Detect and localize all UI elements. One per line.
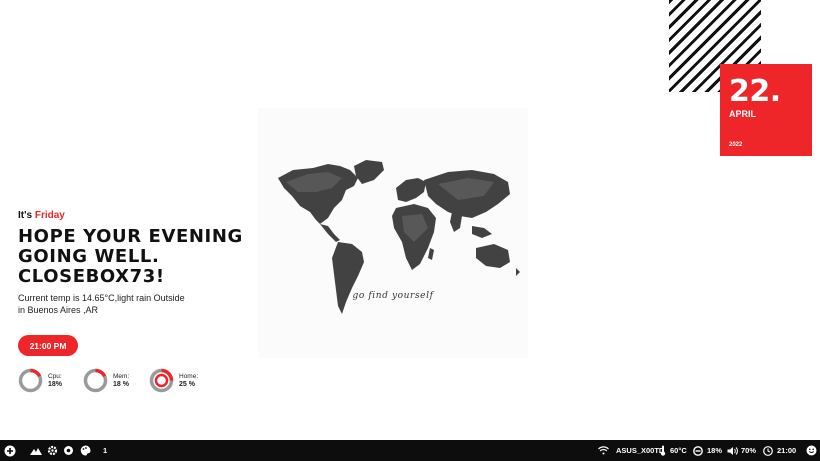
mem-ring-gauge xyxy=(83,368,108,393)
stat-home-label: Home: xyxy=(179,372,199,380)
date-month: APRIL xyxy=(729,109,756,119)
greeting-line-3: CLOSEBOX73! xyxy=(18,266,165,287)
stat-mem-value: 18 % xyxy=(113,380,129,388)
time-pill: 21:00 PM xyxy=(18,335,78,356)
thermometer-icon xyxy=(660,440,666,461)
stat-home-value: 25 % xyxy=(179,380,195,388)
stat-cpu-value: 18% xyxy=(48,380,63,388)
stat-mem-label: Mem: xyxy=(113,372,130,380)
weather-line-2: in Buenos Aires ,AR xyxy=(18,305,99,315)
world-map-image: go find yourself xyxy=(258,108,528,358)
add-icon[interactable] xyxy=(4,440,16,461)
day-line: It's Friday xyxy=(18,210,258,221)
temperature-value: 60°C xyxy=(670,446,687,455)
home-ring-gauge xyxy=(149,368,174,393)
day-name: Friday xyxy=(34,210,65,221)
taskbar-time[interactable]: 21:00 xyxy=(777,440,796,461)
day-prefix: It's xyxy=(18,210,33,221)
date-year: 2022 xyxy=(729,142,743,148)
palette-icon[interactable] xyxy=(80,440,91,461)
stat-home: Home: 25 % xyxy=(149,368,198,393)
date-card: 22. APRIL 2022 xyxy=(720,64,812,156)
smiley-icon[interactable] xyxy=(806,440,817,461)
greeting-line-2: GOING WELL. xyxy=(18,246,160,267)
weather-text: Current temp is 14.65°C,light rain Outsi… xyxy=(18,292,193,316)
wifi-name[interactable]: ASUS_X00TD xyxy=(616,440,664,461)
stat-cpu: Cpu: 18% xyxy=(18,368,62,393)
clock-icon xyxy=(763,440,773,461)
cpu-icon xyxy=(693,440,703,461)
cpu-ring-gauge xyxy=(18,368,43,393)
greeting-line-1: HOPE YOUR EVENING xyxy=(18,226,243,247)
stat-mem: Mem: 18 % xyxy=(83,368,129,393)
greeting-heading: HOPE YOUR EVENING GOING WELL. CLOSEBOX73… xyxy=(18,227,248,287)
gear-icon[interactable] xyxy=(47,440,58,461)
stat-cpu-label: Cpu: xyxy=(48,372,62,380)
wifi-icon[interactable] xyxy=(598,440,609,461)
cpu-value: 18% xyxy=(707,446,723,455)
mountain-icon[interactable] xyxy=(30,440,42,461)
greeting-panel: It's Friday HOPE YOUR EVENING GOING WELL… xyxy=(18,210,258,316)
volume-value[interactable]: 70% xyxy=(741,440,756,461)
workspace-number[interactable]: 1 xyxy=(103,440,107,461)
settings-icon[interactable] xyxy=(63,440,74,461)
taskbar: 1 ASUS_X00TD 60°C 18% 70% 21:00 xyxy=(0,440,820,461)
date-day: 22. xyxy=(729,74,781,109)
world-map-illustration xyxy=(278,160,520,314)
volume-icon[interactable] xyxy=(727,440,738,461)
weather-line-1: Current temp is 14.65°C,light rain Outsi… xyxy=(18,293,185,303)
map-caption: go find yourself xyxy=(352,291,434,301)
